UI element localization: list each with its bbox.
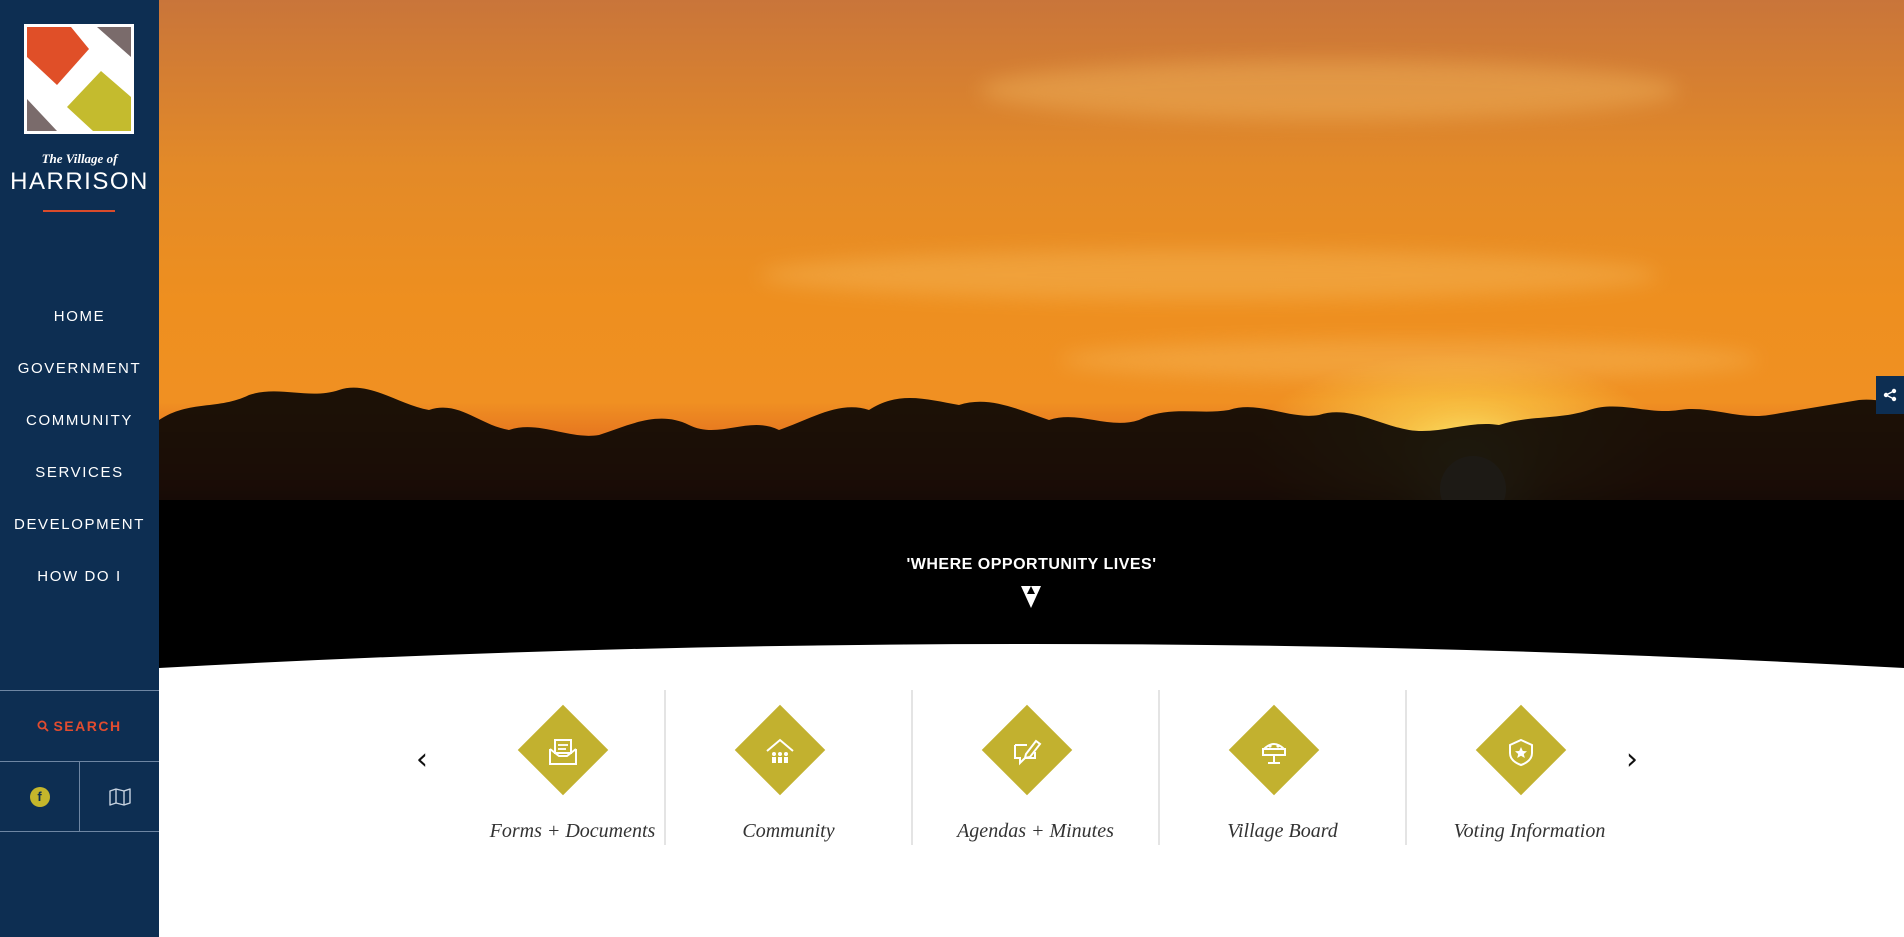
sidebar: The Village of HARRISON HOME GOVERNMENT … bbox=[0, 0, 159, 937]
community-icon bbox=[758, 730, 802, 774]
cloud-streak bbox=[979, 60, 1679, 120]
quick-link-board[interactable]: Village Board bbox=[1158, 690, 1405, 845]
nav-item-services[interactable]: SERVICES bbox=[0, 446, 159, 498]
quick-link-label: Community bbox=[742, 820, 835, 842]
agendas-icon bbox=[1005, 730, 1049, 774]
board-icon bbox=[1252, 730, 1296, 774]
treeline-silhouette bbox=[159, 387, 1904, 670]
search-icon bbox=[37, 720, 50, 732]
quick-link-agendas[interactable]: Agendas + Minutes bbox=[911, 690, 1158, 845]
quick-link-community[interactable]: Community bbox=[664, 690, 911, 845]
search-button[interactable]: SEARCH bbox=[0, 690, 159, 762]
hero-banner: 'WHERE OPPORTUNITY LIVES' bbox=[159, 0, 1904, 670]
quick-link-label: Agendas + Minutes bbox=[957, 820, 1114, 842]
hero-curve-divider bbox=[159, 644, 1904, 670]
scroll-down-arrow-icon[interactable] bbox=[1021, 586, 1041, 608]
nav-item-government[interactable]: GOVERNMENT bbox=[0, 342, 159, 394]
quick-link-label: Forms + Documents bbox=[489, 820, 656, 842]
quick-link-forms[interactable]: Forms + Documents bbox=[449, 690, 696, 845]
logo-mark-icon bbox=[27, 27, 131, 131]
map-icon bbox=[108, 787, 131, 806]
sidebar-icon-row: f bbox=[0, 762, 159, 832]
map-link[interactable] bbox=[79, 762, 159, 831]
hero-tagline: 'WHERE OPPORTUNITY LIVES' bbox=[906, 556, 1157, 573]
village-logo[interactable] bbox=[24, 24, 134, 134]
voting-icon bbox=[1499, 730, 1543, 774]
quick-link-label: Voting Information bbox=[1453, 820, 1606, 842]
share-icon bbox=[1883, 388, 1897, 402]
cloud-streak bbox=[1059, 340, 1759, 380]
logo-divider bbox=[43, 210, 115, 212]
nav-item-community[interactable]: COMMUNITY bbox=[0, 394, 159, 446]
quick-link-label: Village Board bbox=[1227, 820, 1338, 842]
cloud-streak bbox=[759, 250, 1659, 300]
logo-title: HARRISON bbox=[10, 168, 149, 195]
facebook-icon: f bbox=[29, 786, 50, 807]
logo-subtitle: The Village of bbox=[41, 151, 118, 166]
main-nav: HOME GOVERNMENT COMMUNITY SERVICES DEVEL… bbox=[0, 290, 159, 602]
quick-link-voting[interactable]: Voting Information bbox=[1405, 690, 1652, 845]
carousel-next-icon[interactable]: › bbox=[1626, 742, 1638, 777]
search-label: SEARCH bbox=[53, 718, 122, 734]
nav-item-how-do-i[interactable]: HOW DO I bbox=[0, 550, 159, 602]
nav-item-home[interactable]: HOME bbox=[0, 290, 159, 342]
forms-icon bbox=[541, 730, 585, 774]
nav-item-development[interactable]: DEVELOPMENT bbox=[0, 498, 159, 550]
carousel-prev-icon[interactable]: ‹ bbox=[416, 742, 428, 777]
share-button[interactable] bbox=[1876, 376, 1904, 414]
facebook-link[interactable]: f bbox=[0, 762, 79, 831]
quick-links-carousel: ‹ Forms + Documents Community Agendas + … bbox=[159, 690, 1904, 850]
